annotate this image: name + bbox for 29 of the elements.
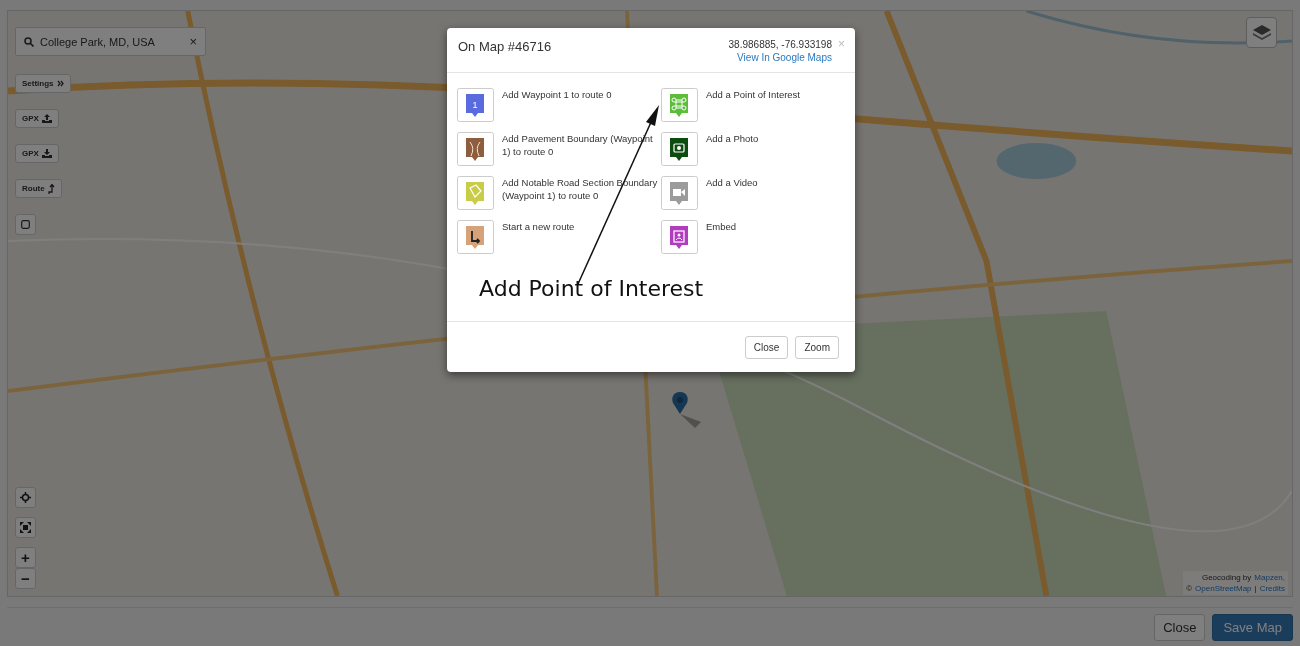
zoom-out-button[interactable]: − [15,568,36,589]
zoom-in-button[interactable]: + [15,547,36,568]
separator-text: | [1254,583,1257,594]
coordinates-text: 38.986885, -76.933198 [728,39,832,50]
attribution-link[interactable]: Mapzen, [1254,572,1285,583]
close-button[interactable]: Close [744,335,789,359]
download-button[interactable]: GPX [15,144,59,163]
credits-link[interactable]: Credits [1259,583,1285,594]
waypoint-marker-icon: 1 [457,88,494,122]
search-field[interactable]: College Park, MD, USA × [15,27,206,56]
settings-button[interactable]: Settings [15,74,71,93]
action-button[interactable]: Add a Video [661,176,851,211]
save-button[interactable]: Save Map [1212,613,1293,641]
attribution-link[interactable]: OpenStreetMap [1195,583,1252,594]
action-button[interactable]: 1 Add Waypoint 1 to route 0 [457,88,661,123]
action-button[interactable]: Add a Photo [661,132,851,167]
clear-button[interactable]: × [189,34,197,49]
attribution-text: Geocoding by [1201,572,1252,583]
action-button[interactable]: Add a Point of Interest [661,88,851,123]
action-button[interactable]: Start a new route [457,220,661,255]
google-maps-link[interactable]: View In Google Maps [737,52,832,63]
copyright-text: © [1186,583,1193,594]
annotation-text: Add Point of Interest [479,276,704,301]
action-button[interactable]: Embed [661,220,851,255]
zoom-button[interactable]: Zoom [795,335,839,359]
modal-title: On Map #46716 [458,39,552,54]
close-button[interactable]: Close [1154,613,1206,641]
upload-button[interactable]: GPX [15,109,59,128]
route-button[interactable]: Route [15,179,62,198]
